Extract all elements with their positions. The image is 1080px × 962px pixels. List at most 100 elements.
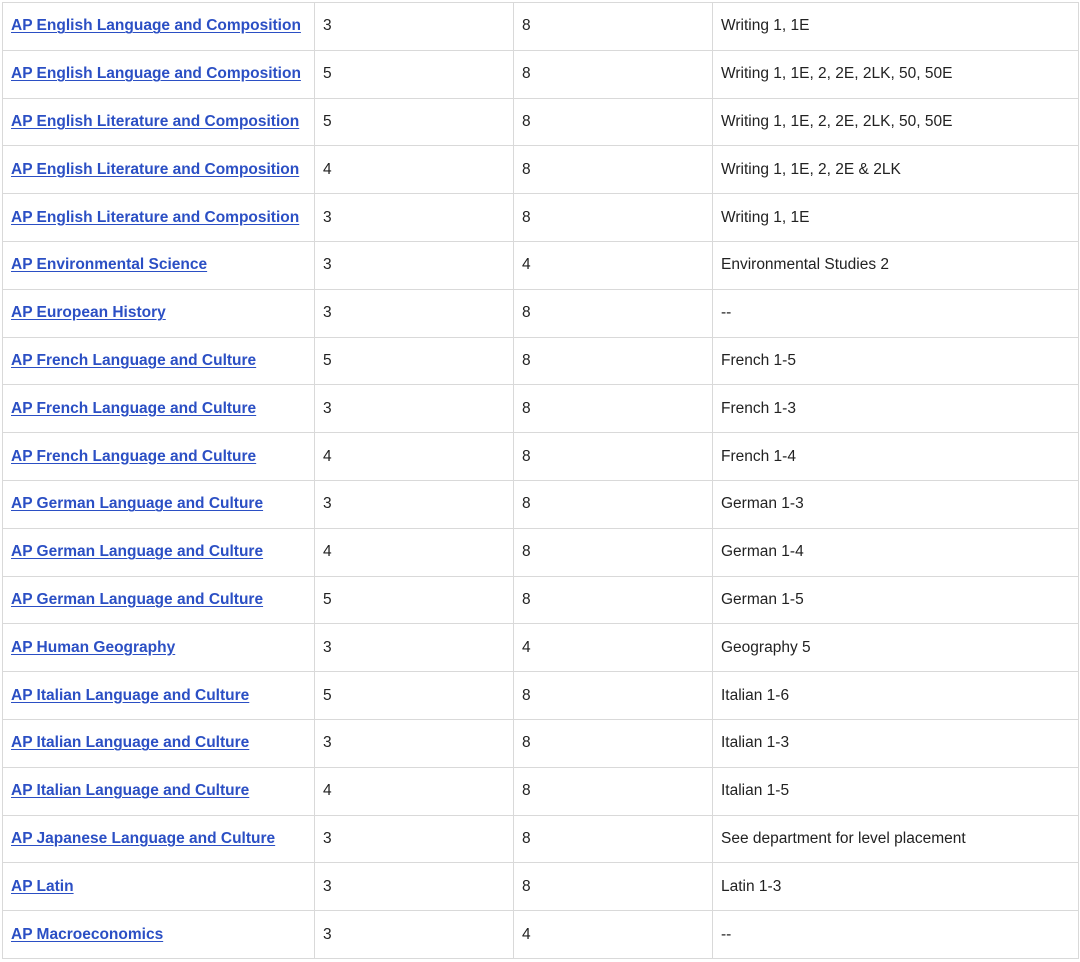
table-row: AP English Literature and Composition 5 …	[2, 97, 1079, 147]
course-cell: AP Italian Language and Culture	[2, 718, 315, 768]
credits-cell: 8	[513, 527, 713, 577]
course-cell: AP French Language and Culture	[2, 336, 315, 386]
course-link[interactable]: AP English Literature and Composition	[11, 209, 299, 226]
score-cell: 5	[314, 336, 514, 386]
credits-cell: 8	[513, 575, 713, 625]
course-link[interactable]: AP French Language and Culture	[11, 352, 256, 369]
equivalent-cell: --	[712, 910, 1079, 959]
course-cell: AP Latin	[2, 862, 315, 912]
course-cell: AP Italian Language and Culture	[2, 671, 315, 720]
equivalent-cell: German 1-4	[712, 527, 1079, 577]
course-cell: AP English Literature and Composition	[2, 193, 315, 242]
credits-cell: 8	[513, 145, 713, 195]
table-row: AP German Language and Culture 5 8 Germa…	[2, 575, 1079, 625]
course-link[interactable]: AP English Language and Composition	[11, 65, 301, 82]
course-cell: AP Japanese Language and Culture	[2, 814, 315, 864]
course-cell: AP French Language and Culture	[2, 432, 315, 481]
equivalent-cell: Writing 1, 1E	[712, 193, 1079, 242]
score-cell: 3	[314, 910, 514, 959]
course-link[interactable]: AP German Language and Culture	[11, 495, 263, 512]
credits-cell: 8	[513, 766, 713, 816]
ap-credit-table: AP English Language and Composition 3 8 …	[2, 2, 1079, 959]
course-cell: AP English Literature and Composition	[2, 97, 315, 147]
credits-cell: 8	[513, 336, 713, 386]
course-cell: AP German Language and Culture	[2, 527, 315, 577]
equivalent-cell: Writing 1, 1E, 2, 2E & 2LK	[712, 145, 1079, 195]
course-cell: AP Macroeconomics	[2, 910, 315, 959]
course-link[interactable]: AP Human Geography	[11, 639, 175, 656]
credits-cell: 4	[513, 240, 713, 290]
score-cell: 3	[314, 2, 514, 51]
course-link[interactable]: AP English Language and Composition	[11, 17, 301, 34]
ap-credit-table-container: AP English Language and Composition 3 8 …	[2, 2, 1079, 959]
table-row: AP German Language and Culture 4 8 Germa…	[2, 527, 1079, 577]
course-link[interactable]: AP Italian Language and Culture	[11, 734, 249, 751]
course-link[interactable]: AP French Language and Culture	[11, 448, 256, 465]
score-cell: 3	[314, 240, 514, 290]
equivalent-cell: Writing 1, 1E	[712, 2, 1079, 51]
course-link[interactable]: AP Environmental Science	[11, 256, 207, 273]
course-link[interactable]: AP English Literature and Composition	[11, 161, 299, 178]
credits-cell: 8	[513, 288, 713, 338]
table-row: AP English Literature and Composition 4 …	[2, 145, 1079, 195]
score-cell: 4	[314, 432, 514, 481]
credits-cell: 8	[513, 671, 713, 720]
equivalent-cell: Writing 1, 1E, 2, 2E, 2LK, 50, 50E	[712, 49, 1079, 99]
table-row: AP European History 3 8 --	[2, 288, 1079, 338]
table-row: AP Macroeconomics 3 4 --	[2, 910, 1079, 959]
course-link[interactable]: AP European History	[11, 304, 166, 321]
score-cell: 3	[314, 384, 514, 434]
table-row: AP English Language and Composition 5 8 …	[2, 49, 1079, 99]
credits-cell: 4	[513, 910, 713, 959]
equivalent-cell: Italian 1-6	[712, 671, 1079, 720]
credits-cell: 8	[513, 193, 713, 242]
course-link[interactable]: AP German Language and Culture	[11, 591, 263, 608]
credits-cell: 4	[513, 623, 713, 673]
score-cell: 3	[314, 288, 514, 338]
course-cell: AP English Language and Composition	[2, 2, 315, 51]
course-link[interactable]: AP Italian Language and Culture	[11, 782, 249, 799]
table-row: AP Environmental Science 3 4 Environment…	[2, 240, 1079, 290]
score-cell: 5	[314, 97, 514, 147]
course-cell: AP Human Geography	[2, 623, 315, 673]
credits-cell: 8	[513, 718, 713, 768]
score-cell: 5	[314, 671, 514, 720]
table-row: AP Italian Language and Culture 3 8 Ital…	[2, 718, 1079, 768]
credits-cell: 8	[513, 862, 713, 912]
equivalent-cell: Italian 1-5	[712, 766, 1079, 816]
equivalent-cell: Writing 1, 1E, 2, 2E, 2LK, 50, 50E	[712, 97, 1079, 147]
score-cell: 3	[314, 862, 514, 912]
table-row: AP English Language and Composition 3 8 …	[2, 2, 1079, 51]
equivalent-cell: --	[712, 288, 1079, 338]
equivalent-cell: German 1-5	[712, 575, 1079, 625]
course-cell: AP European History	[2, 288, 315, 338]
score-cell: 3	[314, 623, 514, 673]
table-row: AP English Literature and Composition 3 …	[2, 193, 1079, 242]
credits-cell: 8	[513, 49, 713, 99]
table-row: AP German Language and Culture 3 8 Germa…	[2, 479, 1079, 529]
table-row: AP Italian Language and Culture 5 8 Ital…	[2, 671, 1079, 720]
score-cell: 3	[314, 718, 514, 768]
credits-cell: 8	[513, 97, 713, 147]
equivalent-cell: French 1-4	[712, 432, 1079, 481]
course-link[interactable]: AP French Language and Culture	[11, 400, 256, 417]
course-link[interactable]: AP Latin	[11, 878, 74, 895]
equivalent-cell: French 1-3	[712, 384, 1079, 434]
score-cell: 5	[314, 575, 514, 625]
credits-cell: 8	[513, 432, 713, 481]
score-cell: 3	[314, 193, 514, 242]
table-row: AP Human Geography 3 4 Geography 5	[2, 623, 1079, 673]
table-row: AP French Language and Culture 4 8 Frenc…	[2, 432, 1079, 481]
credits-cell: 8	[513, 384, 713, 434]
credits-cell: 8	[513, 814, 713, 864]
equivalent-cell: Italian 1-3	[712, 718, 1079, 768]
course-link[interactable]: AP English Literature and Composition	[11, 113, 299, 130]
course-link[interactable]: AP Japanese Language and Culture	[11, 830, 275, 847]
table-row: AP Italian Language and Culture 4 8 Ital…	[2, 766, 1079, 816]
course-link[interactable]: AP German Language and Culture	[11, 543, 263, 560]
equivalent-cell: Environmental Studies 2	[712, 240, 1079, 290]
score-cell: 3	[314, 814, 514, 864]
course-link[interactable]: AP Macroeconomics	[11, 926, 163, 943]
course-link[interactable]: AP Italian Language and Culture	[11, 687, 249, 704]
course-cell: AP German Language and Culture	[2, 479, 315, 529]
